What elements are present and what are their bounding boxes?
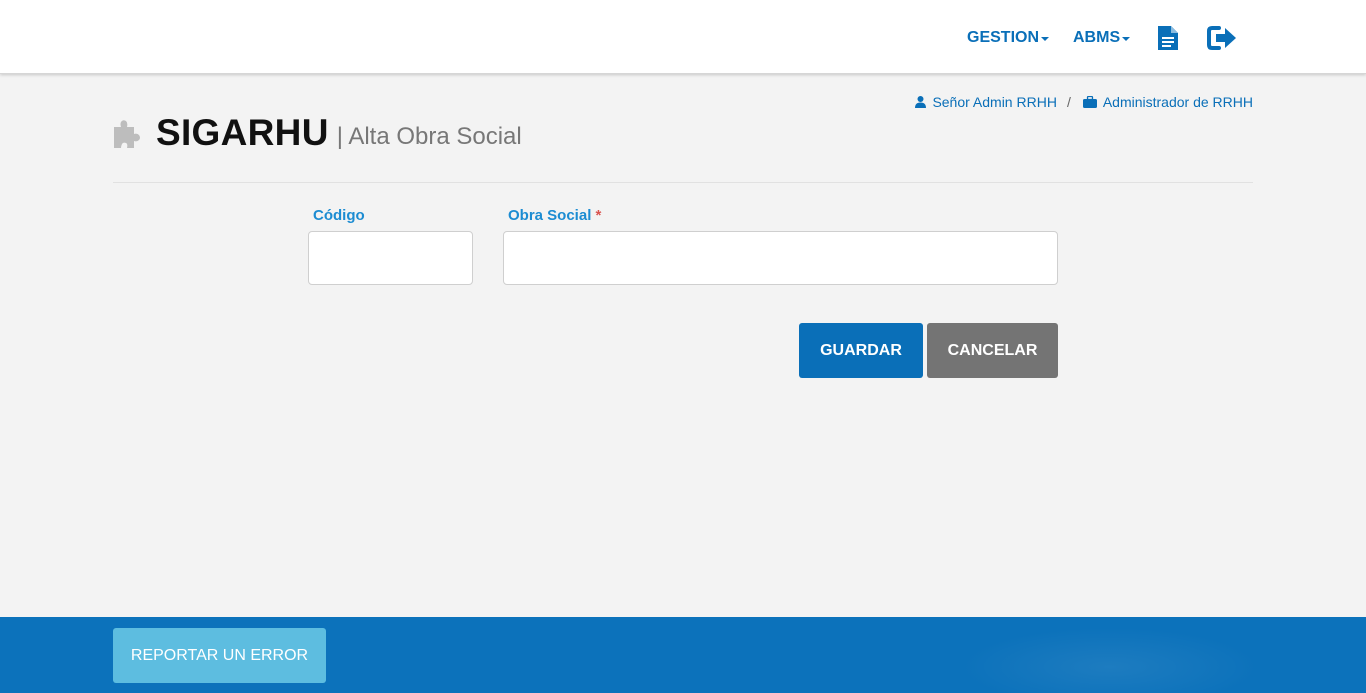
user-role-link[interactable]: Administrador de RRHH bbox=[1103, 94, 1253, 110]
top-navbar: GESTION ABMS bbox=[0, 0, 1366, 74]
user-name-link[interactable]: Señor Admin RRHH bbox=[932, 94, 1057, 110]
codigo-input[interactable] bbox=[308, 231, 473, 285]
required-marker: * bbox=[595, 207, 602, 224]
codigo-label: Código bbox=[313, 207, 365, 224]
briefcase-icon bbox=[1082, 96, 1097, 108]
codigo-label-text: Código bbox=[313, 207, 365, 224]
save-button[interactable]: GUARDAR bbox=[799, 323, 923, 378]
puzzle-icon bbox=[114, 120, 140, 148]
nav-menu-gestion-label: GESTION bbox=[967, 29, 1040, 46]
footer: REPORTAR UN ERROR bbox=[0, 617, 1366, 693]
obra-social-input[interactable] bbox=[503, 231, 1058, 285]
header-divider bbox=[113, 182, 1253, 183]
report-error-button[interactable]: REPORTAR UN ERROR bbox=[113, 628, 326, 683]
page-header: SIGARHU | Alta Obra Social bbox=[112, 113, 522, 153]
obra-social-label: Obra Social * bbox=[508, 207, 601, 224]
document-icon[interactable] bbox=[1157, 25, 1179, 56]
app-title: SIGARHU bbox=[156, 112, 329, 153]
user-icon bbox=[915, 96, 927, 108]
footer-decoration bbox=[960, 627, 1260, 693]
breadcrumb-separator: / bbox=[1066, 94, 1071, 110]
nav-menu-abms-label: ABMS bbox=[1073, 29, 1121, 46]
sign-out-icon[interactable] bbox=[1207, 25, 1237, 56]
caret-down-icon bbox=[1122, 37, 1131, 41]
cancel-button[interactable]: CANCELAR bbox=[927, 323, 1058, 378]
nav-menu-abms[interactable]: ABMS bbox=[1073, 26, 1131, 50]
page-subtitle: | Alta Obra Social bbox=[336, 123, 522, 150]
nav-menu-gestion[interactable]: GESTION bbox=[967, 26, 1050, 50]
user-info-bar: Señor Admin RRHH / Administrador de RRHH bbox=[915, 94, 1253, 110]
obra-social-label-text: Obra Social bbox=[508, 207, 592, 224]
caret-down-icon bbox=[1041, 37, 1050, 41]
